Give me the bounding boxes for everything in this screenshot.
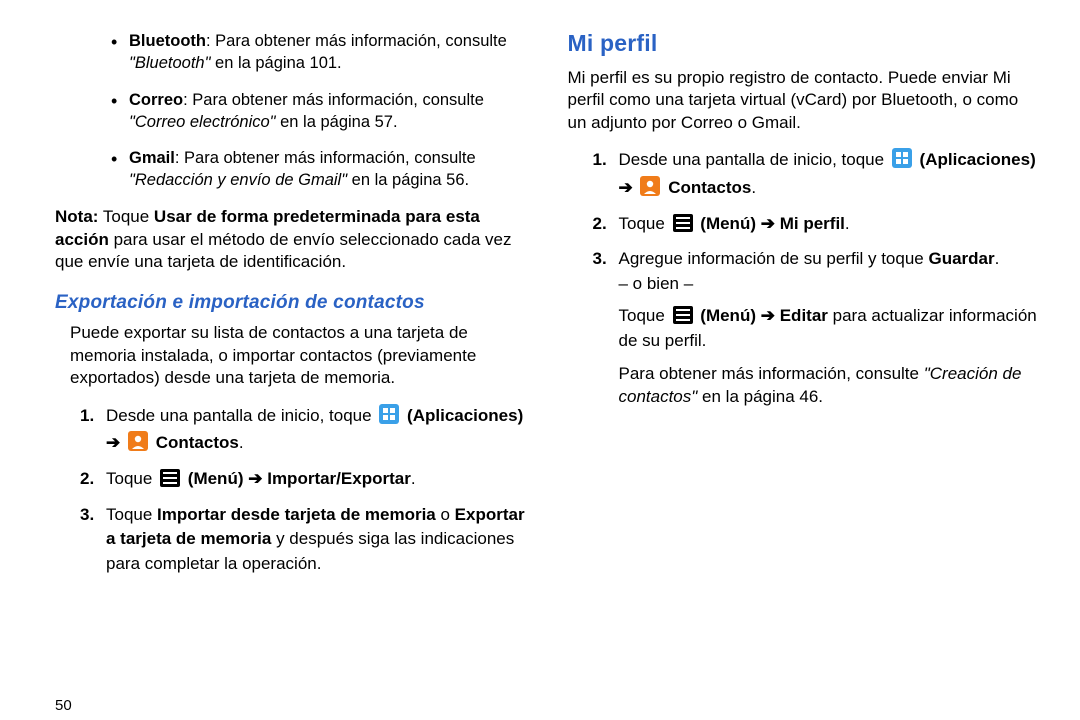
contacts-icon <box>640 176 660 204</box>
apps-label: (Aplicaciones) <box>920 150 1036 169</box>
menu-command: Mi perfil <box>780 214 845 233</box>
bullet-bluetooth: Bluetooth: Para obtener más información,… <box>105 30 528 75</box>
menu-command: Importar/Exportar <box>267 469 411 488</box>
step-1: 1. Desde una pantalla de inicio, toque (… <box>593 148 1041 203</box>
step-number: 2. <box>593 212 619 237</box>
steps-list-left: 1. Desde una pantalla de inicio, toque (… <box>80 404 528 577</box>
bullet-ref: "Correo electrónico" <box>129 113 276 131</box>
step-number: 1. <box>80 404 106 429</box>
step-text: Toque <box>619 214 670 233</box>
step-text: Toque <box>106 505 157 524</box>
step-2: 2. Toque (Menú) ➔ Importar/Exportar. <box>80 467 528 495</box>
step-alt: – o bien – <box>619 274 694 293</box>
apps-icon <box>379 404 399 432</box>
bullet-label: Gmail <box>129 149 175 167</box>
page: Bluetooth: Para obtener más información,… <box>0 0 1080 720</box>
menu-icon <box>673 214 693 240</box>
bullet-text-b: en la página 57. <box>276 113 398 131</box>
bullet-text-b: en la página 101. <box>210 54 341 72</box>
note-label: Nota: <box>55 207 98 226</box>
contacts-icon <box>128 431 148 459</box>
step-text: Desde una pantalla de inicio, toque <box>619 150 889 169</box>
step-3: 3. Agregue información de su perfil y to… <box>593 247 1041 296</box>
note-a: Toque <box>98 207 153 226</box>
section-intro: Puede exportar su lista de contactos a u… <box>70 322 528 389</box>
step-dot: . <box>995 249 1000 268</box>
section-heading-export: Exportación e importación de contactos <box>55 292 528 314</box>
bullet-correo: Correo: Para obtener más información, co… <box>105 89 528 134</box>
right-column: Mi perfil Mi perfil es su propio registr… <box>548 30 1041 700</box>
step-1: 1. Desde una pantalla de inicio, toque (… <box>80 404 528 459</box>
bullet-list: Bluetooth: Para obtener más información,… <box>55 30 528 192</box>
step-text: Agregue información de su perfil y toque <box>619 249 929 268</box>
step-bold: Guardar <box>928 249 994 268</box>
ref-a: Para obtener más información, consulte <box>619 364 924 383</box>
menu-label: (Menú) <box>700 214 756 233</box>
arrow-icon: ➔ <box>248 469 262 488</box>
continuation-paragraph: Toque (Menú) ➔ Editar para actualizar in… <box>619 305 1041 354</box>
bullet-text: : Para obtener más información, consulte <box>175 149 476 167</box>
step-3: 3. Toque Importar desde tarjeta de memor… <box>80 503 528 577</box>
left-column: Bluetooth: Para obtener más información,… <box>55 30 548 700</box>
arrow-icon: ➔ <box>761 306 775 325</box>
contacts-label: Contactos <box>668 178 751 197</box>
section-heading-profile: Mi perfil <box>568 30 1041 57</box>
step-dot: . <box>751 178 756 197</box>
note-paragraph: Nota: Toque Usar de forma predeterminada… <box>55 206 528 275</box>
step-number: 1. <box>593 148 619 173</box>
menu-label: (Menú) <box>700 306 756 325</box>
arrow-icon: ➔ <box>619 178 633 197</box>
step-number: 2. <box>80 467 106 492</box>
step-2: 2. Toque (Menú) ➔ Mi perfil. <box>593 212 1041 240</box>
section-intro: Mi perfil es su propio registro de conta… <box>568 67 1041 134</box>
bullet-ref: "Redacción y envío de Gmail" <box>129 171 347 189</box>
step-dot: . <box>239 433 244 452</box>
menu-icon <box>160 469 180 495</box>
bullet-text: : Para obtener más información, consulte <box>183 91 484 109</box>
reference-paragraph: Para obtener más información, consulte "… <box>619 363 1041 409</box>
edit-label: Editar <box>780 306 828 325</box>
step-mid: o <box>436 505 455 524</box>
bullet-label: Correo <box>129 91 183 109</box>
step-number: 3. <box>593 247 619 272</box>
note-b: para usar el método de envío seleccionad… <box>55 230 511 272</box>
apps-label: (Aplicaciones) <box>407 406 523 425</box>
step-dot: . <box>411 469 416 488</box>
step-text: Toque <box>106 469 157 488</box>
cont-a: Toque <box>619 306 670 325</box>
apps-icon <box>892 148 912 176</box>
steps-list-right: 1. Desde una pantalla de inicio, toque (… <box>593 148 1041 296</box>
step-number: 3. <box>80 503 106 528</box>
page-number: 50 <box>55 697 528 714</box>
bullet-ref: "Bluetooth" <box>129 54 210 72</box>
bullet-gmail: Gmail: Para obtener más información, con… <box>105 147 528 192</box>
bullet-text-b: en la página 56. <box>347 171 469 189</box>
bullet-text: : Para obtener más información, consulte <box>206 32 507 50</box>
arrow-icon: ➔ <box>761 214 775 233</box>
ref-b: en la página 46. <box>697 387 823 406</box>
arrow-icon: ➔ <box>106 433 120 452</box>
step-text: Desde una pantalla de inicio, toque <box>106 406 376 425</box>
bullet-label: Bluetooth <box>129 32 206 50</box>
menu-icon <box>673 306 693 331</box>
contacts-label: Contactos <box>156 433 239 452</box>
step-bold-1: Importar desde tarjeta de memoria <box>157 505 436 524</box>
menu-label: (Menú) <box>188 469 244 488</box>
step-dot: . <box>845 214 850 233</box>
